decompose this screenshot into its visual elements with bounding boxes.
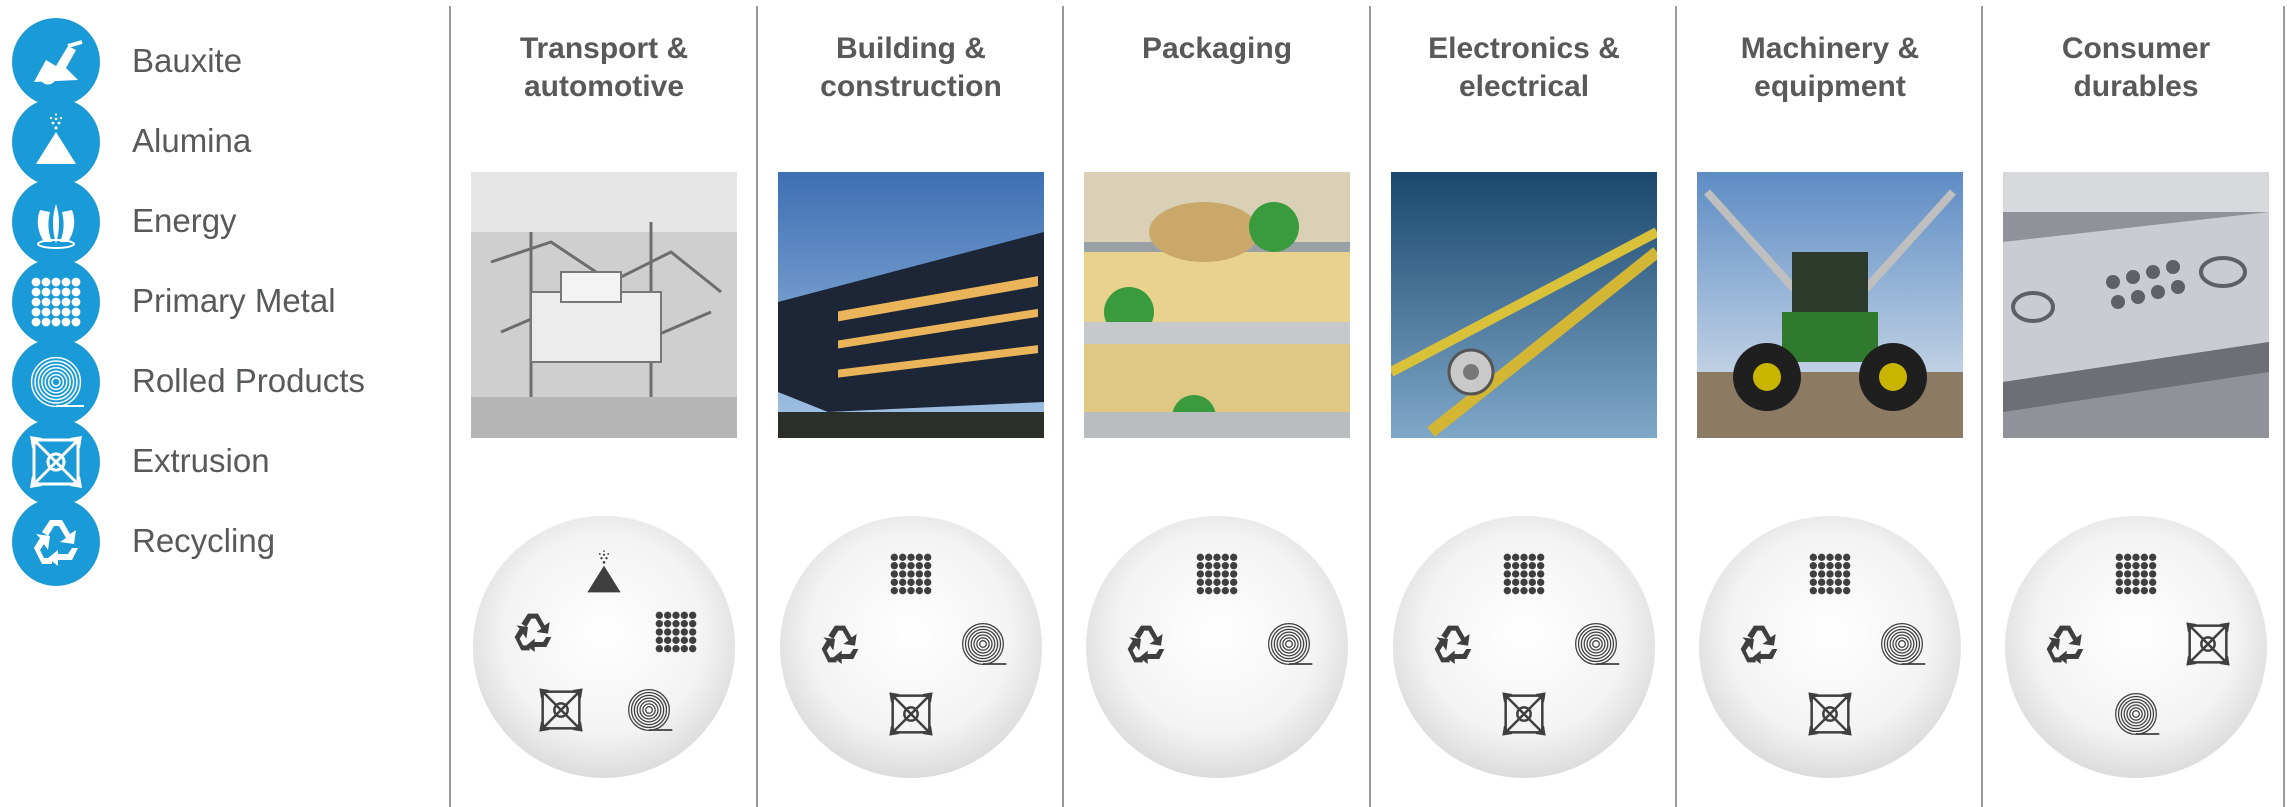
primary-metal-icon (12, 258, 100, 346)
aluminium-cable-photo (1391, 172, 1657, 438)
legend-label: Alumina (132, 122, 252, 159)
market-title-line: equipment (1754, 70, 1906, 103)
market-title-line: durables (2073, 70, 2199, 103)
primary-metal-icon (2115, 553, 2157, 595)
market-title-line: construction (820, 70, 1002, 103)
market-title: Machinery & equipment (1677, 30, 1983, 106)
glass-building-photo (778, 172, 1044, 438)
primary-metal-icon (890, 553, 932, 595)
market-title-line: Transport & (519, 32, 689, 65)
legend-item-alumina: Alumina (12, 98, 432, 190)
legend-label: Energy (132, 202, 237, 239)
market-column: Building & construction (758, 0, 1064, 807)
segment-circle (471, 514, 737, 780)
appliance-panel-photo (2003, 172, 2269, 438)
segment-legend: Bauxite Alumina Energy Primary Metal Rolle… (0, 0, 440, 807)
market-title: Electronics & electrical (1371, 30, 1677, 106)
market-title-line: automotive (523, 70, 685, 103)
primary-metal-icon (1503, 553, 1545, 595)
segment-circle (1697, 514, 1963, 780)
bauxite-icon (12, 18, 100, 106)
recycling-icon (12, 498, 100, 586)
legend-label: Recycling (132, 522, 276, 559)
market-title-line: Machinery & (1740, 32, 1920, 65)
market-title: Packaging (1064, 30, 1370, 68)
legend-label: Rolled Products (132, 362, 365, 399)
rolled-products-icon (12, 338, 100, 426)
legend-label: Bauxite (132, 42, 243, 79)
value-chain-diagram: Bauxite Alumina Energy Primary Metal Rolle… (0, 0, 2287, 807)
alumina-icon (12, 98, 100, 186)
car-assembly-line-photo (471, 172, 737, 438)
primary-metal-icon (655, 611, 697, 653)
segment-circle (778, 514, 1044, 780)
legend-item-rolled: Rolled Products (12, 338, 432, 430)
segment-circle (1084, 514, 1350, 780)
segment-circle (1391, 514, 1657, 780)
market-column: Machinery & equipment (1677, 0, 1983, 807)
market-column: Transport & automotive (451, 0, 757, 807)
market-title: Building & construction (758, 30, 1064, 106)
market-title: Consumer durables (1983, 30, 2287, 106)
legend-item-energy: Energy (12, 178, 432, 270)
market-title-line: electrical (1458, 70, 1590, 103)
legend-item-primary: Primary Metal (12, 258, 432, 350)
extrusion-icon (12, 418, 100, 506)
market-title-line: Packaging (1141, 32, 1293, 65)
market-title-line: Building & (836, 32, 986, 65)
legend-label: Primary Metal (132, 282, 336, 319)
market-column: Electronics & electrical (1371, 0, 1677, 807)
green-tractor-photo (1697, 172, 1963, 438)
energy-icon (12, 178, 100, 266)
legend-item-bauxite: Bauxite (12, 18, 432, 110)
legend-item-extrusion: Extrusion (12, 418, 432, 510)
legend-item-recycling: Recycling (12, 498, 432, 590)
market-column: Packaging (1064, 0, 1370, 807)
segment-circle (2003, 514, 2269, 780)
legend-label: Extrusion (132, 442, 270, 479)
market-title: Transport & automotive (451, 30, 757, 106)
primary-metal-icon (1809, 553, 1851, 595)
market-column: Consumer durables (1983, 0, 2287, 807)
primary-metal-icon (1196, 553, 1238, 595)
market-title-line: Consumer (2061, 32, 2211, 65)
foil-food-trays-photo (1084, 172, 1350, 438)
market-title-line: Electronics & (1428, 32, 1620, 65)
